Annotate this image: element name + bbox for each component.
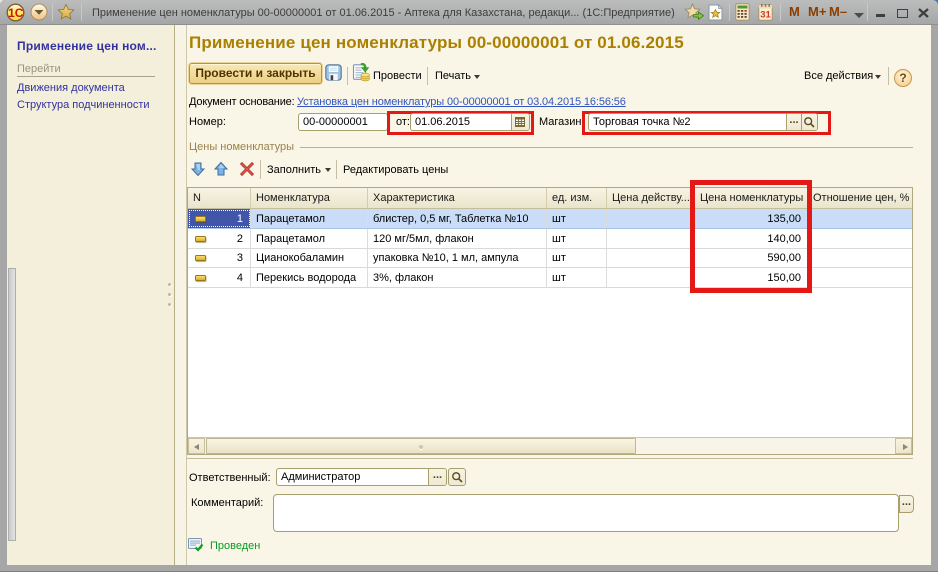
- svg-text:31: 31: [760, 10, 771, 21]
- svg-text:1C: 1C: [8, 6, 24, 20]
